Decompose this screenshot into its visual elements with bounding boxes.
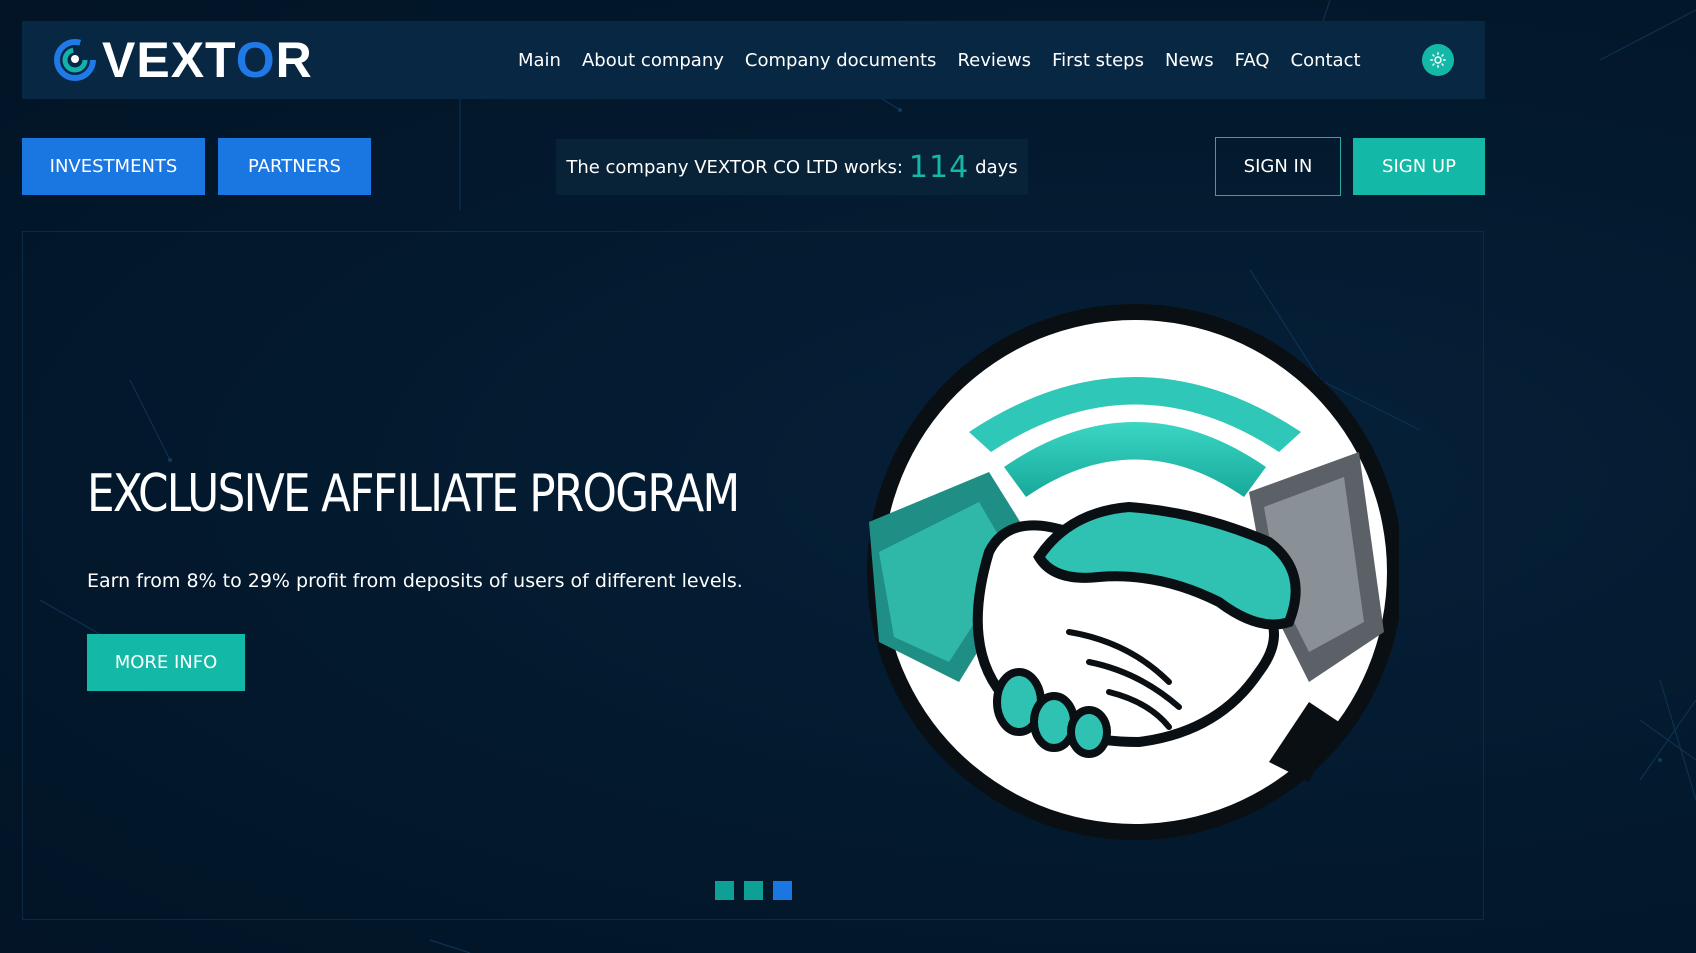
nav-item-main[interactable]: Main <box>518 50 561 71</box>
brand-name-accent: O <box>235 32 276 88</box>
hero-slider: EXCLUSIVE AFFILIATE PROGRAM Earn from 8%… <box>22 231 1484 920</box>
brand-name-end: R <box>275 32 313 88</box>
nav-item-company-documents[interactable]: Company documents <box>745 50 937 71</box>
handshake-icon <box>867 304 1399 840</box>
hero-title: EXCLUSIVE AFFILIATE PROGRAM <box>87 464 740 524</box>
company-uptime-counter: The company VEXTOR CO LTD works: 114 day… <box>556 139 1028 195</box>
sign-in-button[interactable]: SIGN IN <box>1215 137 1341 196</box>
slide-dot-2[interactable] <box>744 881 763 900</box>
uptime-prefix: The company VEXTOR CO LTD works: <box>566 156 903 178</box>
investments-button[interactable]: INVESTMENTS <box>22 138 205 195</box>
nav-item-news[interactable]: News <box>1165 50 1214 71</box>
page: VEXTOR Main About company Company docume… <box>0 0 1696 953</box>
sun-icon <box>1430 52 1446 68</box>
main-nav: Main About company Company documents Rev… <box>518 21 1382 99</box>
sign-up-button[interactable]: SIGN UP <box>1353 138 1485 195</box>
more-info-button[interactable]: MORE INFO <box>87 634 245 691</box>
nav-item-reviews[interactable]: Reviews <box>957 50 1031 71</box>
logo-swirl-icon <box>54 39 96 81</box>
uptime-suffix: days <box>975 156 1018 178</box>
hero-subtitle: Earn from 8% to 29% profit from deposits… <box>87 570 743 592</box>
partners-button[interactable]: PARTNERS <box>218 138 371 195</box>
brand-logo[interactable]: VEXTOR <box>54 35 313 85</box>
slide-dot-1[interactable] <box>715 881 734 900</box>
uptime-days-count: 114 <box>908 149 970 185</box>
nav-item-contact[interactable]: Contact <box>1291 50 1361 71</box>
slider-pagination <box>715 881 802 900</box>
nav-item-about-company[interactable]: About company <box>582 50 724 71</box>
brand-name-start: VEXT <box>102 32 236 88</box>
top-header: VEXTOR Main About company Company docume… <box>22 21 1485 99</box>
slide-dot-3[interactable] <box>773 881 792 900</box>
theme-toggle-button[interactable] <box>1422 44 1454 76</box>
brand-name: VEXTOR <box>102 35 313 85</box>
nav-item-faq[interactable]: FAQ <box>1235 50 1270 71</box>
nav-item-first-steps[interactable]: First steps <box>1052 50 1144 71</box>
